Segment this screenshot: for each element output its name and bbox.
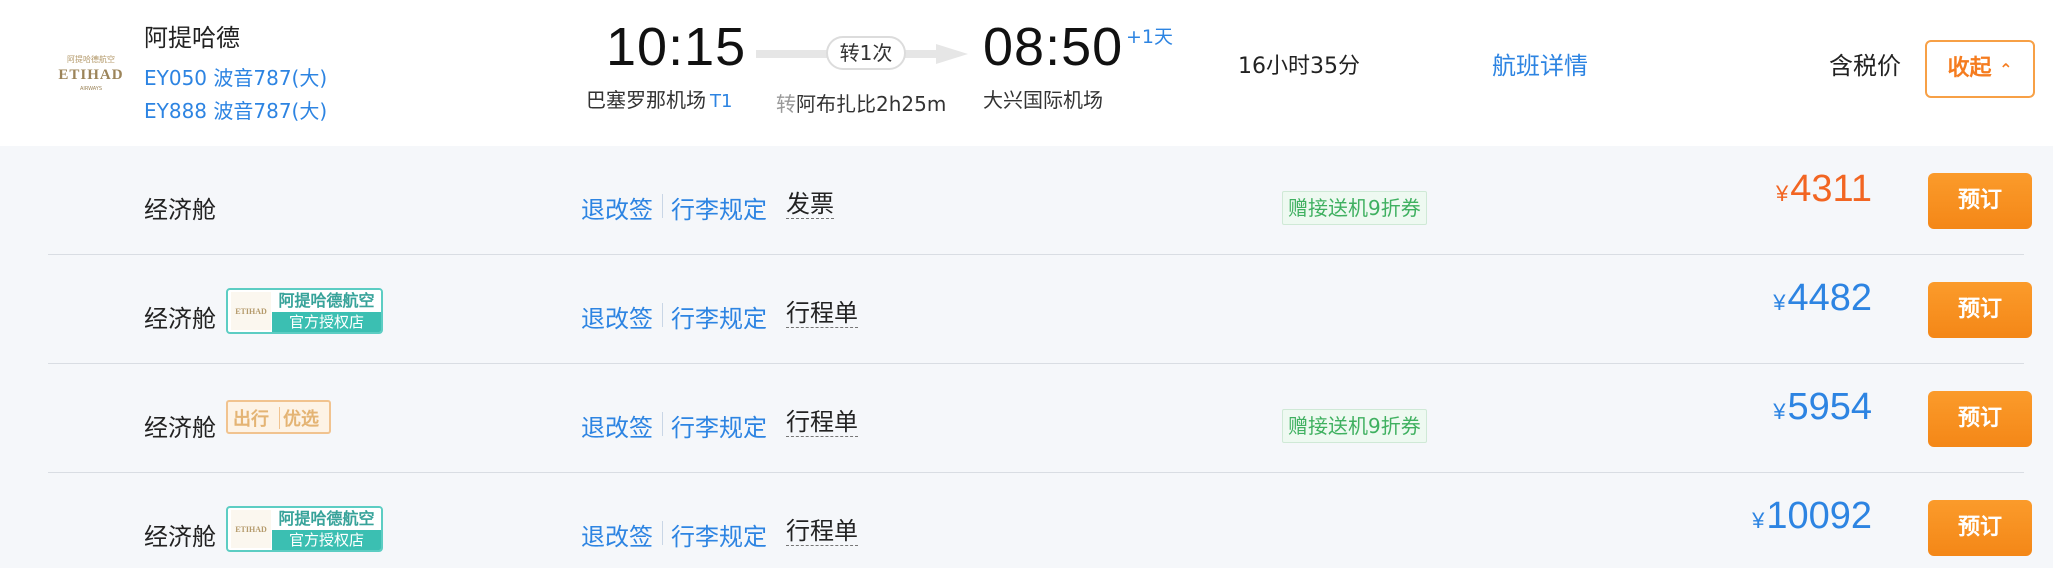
svg-text:ETIHAD: ETIHAD <box>235 525 267 534</box>
etihad-mini-logo-icon: ETIHAD <box>231 292 271 330</box>
refund-change-link[interactable]: 退改签 <box>581 299 653 334</box>
svg-text:ETIHAD: ETIHAD <box>235 307 267 316</box>
currency-symbol: ¥ <box>1776 181 1789 206</box>
itinerary-label[interactable]: 行程单 <box>786 408 858 437</box>
itinerary-label[interactable]: 行程单 <box>786 299 858 328</box>
official-store-badge[interactable]: ETIHAD 阿提哈德航空 官方授权店 <box>226 506 383 552</box>
fare-row: 经济舱 退改签 行李规定 发票 赠接送机9折券 ¥4311 预订 <box>48 146 2032 254</box>
transfer-detail: 阿布扎比2h25m <box>796 92 947 116</box>
refund-change-link[interactable]: 退改签 <box>581 190 653 225</box>
collapse-label: 收起 <box>1947 56 1992 81</box>
cabin-class: 经济舱 <box>144 196 216 224</box>
book-button[interactable]: 预订 <box>1928 391 2032 447</box>
transfer-count-badge[interactable]: 转1次 <box>826 36 906 70</box>
baggage-rules-link[interactable]: 行李规定 <box>671 190 767 225</box>
badge-bottom-text: 官方授权店 <box>272 530 381 550</box>
link-separator <box>662 303 663 327</box>
price-value: 4311 <box>1790 168 1872 210</box>
arrival-time: 08:50 <box>983 17 1124 77</box>
departure-time: 10:15 <box>606 17 747 77</box>
price-value: 5954 <box>1787 386 1872 428</box>
departure-airport-name: 巴塞罗那机场 <box>586 88 706 112</box>
promo-badge[interactable]: 赠接送机9折券 <box>1282 409 1427 443</box>
price-value: 10092 <box>1766 495 1872 537</box>
book-button[interactable]: 预订 <box>1928 282 2032 338</box>
cabin-class: 经济舱 <box>144 305 216 333</box>
itinerary-label[interactable]: 行程单 <box>786 517 858 546</box>
travel-preferred-badge[interactable]: 出行 优选 <box>226 400 331 434</box>
refund-change-link[interactable]: 退改签 <box>581 408 653 443</box>
tax-included-label: 含税价 <box>1829 52 1901 80</box>
badge-top-text: 阿提哈德航空 <box>272 508 381 530</box>
fare-row: 经济舱 出行 优选 退改签 行李规定 行程单 赠接送机9折券 ¥5954 预订 <box>48 364 2032 472</box>
etihad-mini-logo-icon: ETIHAD <box>231 510 271 548</box>
collapse-button[interactable]: 收起 ⌃ <box>1925 40 2035 98</box>
flight-details-link[interactable]: 航班详情 <box>1492 46 1588 81</box>
badge-bottom-text: 官方授权店 <box>272 312 381 332</box>
fare-price: ¥4482 <box>1773 277 1872 320</box>
official-store-badge[interactable]: ETIHAD 阿提哈德航空 官方授权店 <box>226 288 383 334</box>
departure-terminal: T1 <box>710 91 733 112</box>
airline-name: 阿提哈德 <box>144 24 240 52</box>
baggage-rules-link[interactable]: 行李规定 <box>671 408 767 443</box>
baggage-rules-link[interactable]: 行李规定 <box>671 517 767 552</box>
baggage-rules-link[interactable]: 行李规定 <box>671 299 767 334</box>
currency-symbol: ¥ <box>1752 508 1765 533</box>
link-separator <box>662 412 663 436</box>
book-button[interactable]: 预订 <box>1928 500 2032 556</box>
price-value: 4482 <box>1787 277 1872 319</box>
book-button[interactable]: 预订 <box>1928 173 2032 229</box>
badge-right-text: 优选 <box>283 409 319 430</box>
chevron-up-icon: ⌃ <box>1999 60 2013 79</box>
transfer-prefix: 转 <box>776 92 796 116</box>
link-separator <box>662 521 663 545</box>
fare-row: 经济舱 ETIHAD 阿提哈德航空 官方授权店 退改签 行李规定 行程单 ¥10… <box>48 473 2032 581</box>
flight-summary: 阿提哈德航空 ETIHAD AIRWAYS 阿提哈德 EY050 波音787(大… <box>0 0 2053 146</box>
departure-airport: 巴塞罗那机场 T1 <box>586 84 732 113</box>
badge-separator <box>279 407 280 429</box>
invoice-label[interactable]: 发票 <box>786 190 834 219</box>
arrival-day-offset: +1天 <box>1126 26 1174 48</box>
currency-symbol: ¥ <box>1773 290 1786 315</box>
etihad-logo-icon: 阿提哈德航空 ETIHAD AIRWAYS <box>58 54 123 92</box>
transfer-info: 转阿布扎比2h25m <box>776 88 946 117</box>
badge-left-text: 出行 <box>233 409 269 430</box>
refund-change-link[interactable]: 退改签 <box>581 517 653 552</box>
link-separator <box>662 194 663 218</box>
flight-number-2[interactable]: EY888 波音787(大) <box>144 95 327 124</box>
badge-top-text: 阿提哈德航空 <box>272 290 381 312</box>
svg-text:ETIHAD: ETIHAD <box>58 67 123 83</box>
arrival-airport: 大兴国际机场 <box>983 88 1103 112</box>
fare-list: 经济舱 退改签 行李规定 发票 赠接送机9折券 ¥4311 预订 经济舱 ETI… <box>0 146 2053 568</box>
cabin-class: 经济舱 <box>144 414 216 442</box>
fare-price: ¥5954 <box>1773 386 1872 429</box>
svg-text:AIRWAYS: AIRWAYS <box>80 86 102 92</box>
cabin-class: 经济舱 <box>144 523 216 551</box>
svg-text:阿提哈德航空: 阿提哈德航空 <box>67 54 115 64</box>
fare-price: ¥4311 <box>1776 168 1872 211</box>
currency-symbol: ¥ <box>1773 399 1786 424</box>
promo-badge[interactable]: 赠接送机9折券 <box>1282 191 1427 225</box>
fare-row: 经济舱 ETIHAD 阿提哈德航空 官方授权店 退改签 行李规定 行程单 ¥44… <box>48 255 2032 363</box>
flight-number-1[interactable]: EY050 波音787(大) <box>144 62 327 91</box>
flight-duration: 16小时35分 <box>1238 54 1360 79</box>
fare-price: ¥10092 <box>1752 495 1872 538</box>
